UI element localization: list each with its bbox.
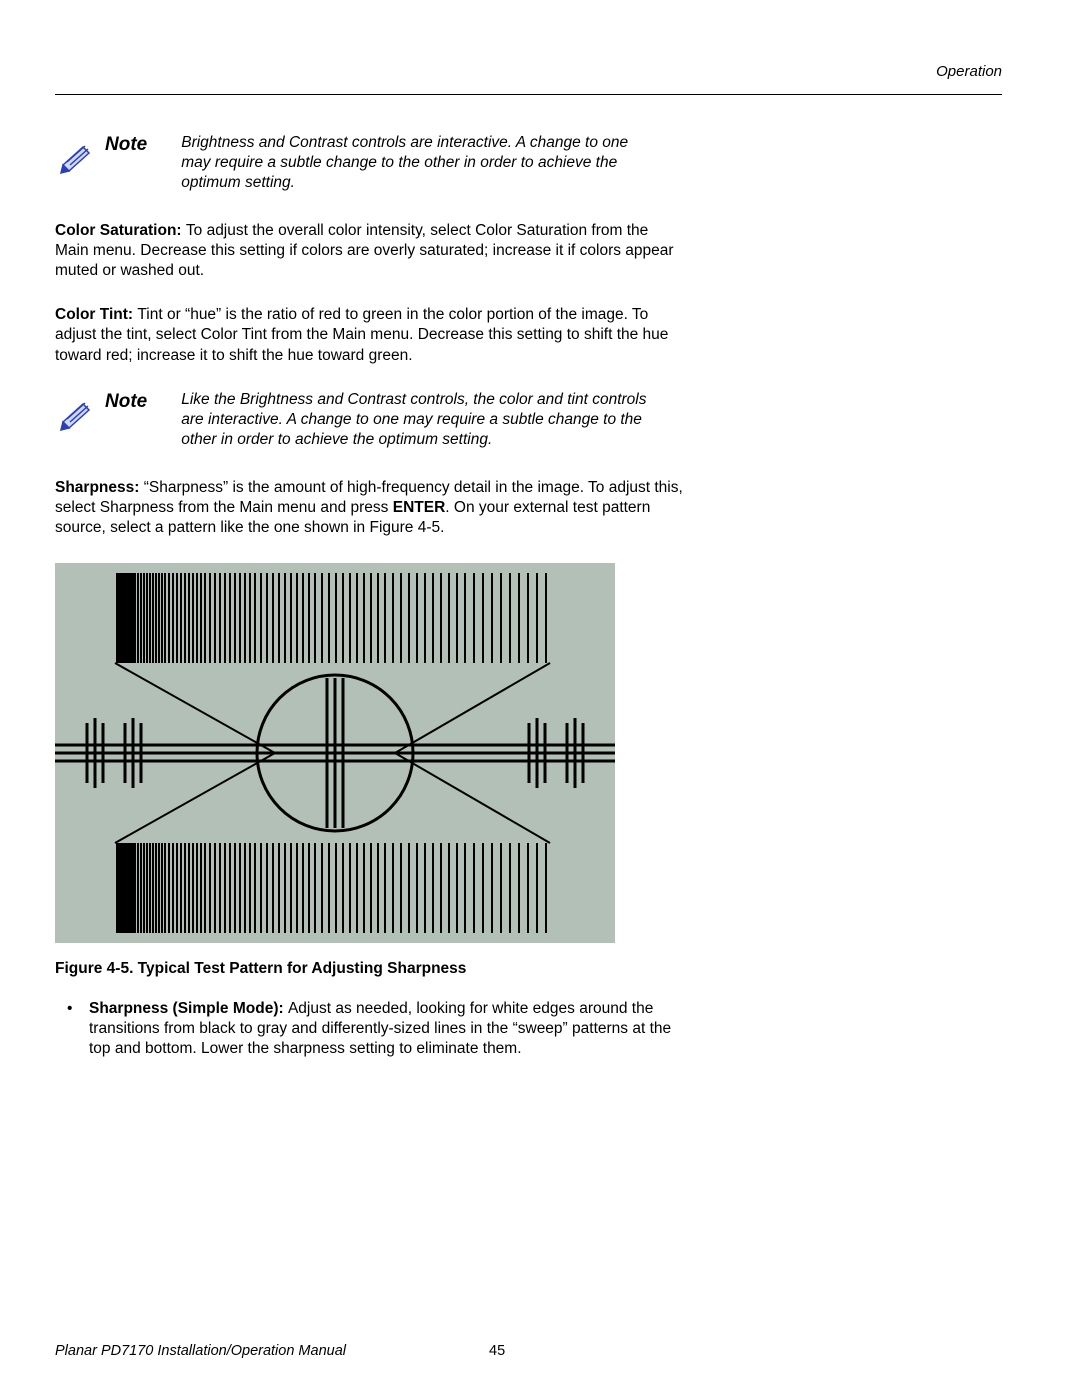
color-saturation-label: Color Saturation: bbox=[55, 222, 186, 239]
color-tint-paragraph: Color Tint: Tint or “hue” is the ratio o… bbox=[55, 305, 685, 365]
note-icon bbox=[55, 135, 95, 181]
header-divider bbox=[55, 94, 1002, 95]
color-tint-label: Color Tint: bbox=[55, 306, 137, 323]
header-section: Operation bbox=[55, 62, 1002, 82]
page-footer: Planar PD7170 Installation/Operation Man… bbox=[55, 1342, 955, 1361]
sharpness-paragraph: Sharpness: “Sharpness” is the amount of … bbox=[55, 478, 685, 538]
footer-page-number: 45 bbox=[489, 1342, 505, 1361]
sharpness-test-pattern-figure: // no script inside svg in static output bbox=[55, 563, 615, 943]
note-label: Note bbox=[105, 133, 147, 158]
bullet-sharpness-simple: • Sharpness (Simple Mode): Adjust as nee… bbox=[67, 999, 687, 1059]
note-icon bbox=[55, 392, 95, 438]
bullet-mark: • bbox=[67, 999, 89, 1059]
footer-title: Planar PD7170 Installation/Operation Man… bbox=[55, 1343, 346, 1359]
note-block-2: Note Like the Brightness and Contrast co… bbox=[55, 390, 1002, 450]
sharpness-enter: ENTER bbox=[393, 499, 446, 516]
color-saturation-paragraph: Color Saturation: To adjust the overall … bbox=[55, 221, 685, 281]
figure-caption: Figure 4-5. Typical Test Pattern for Adj… bbox=[55, 959, 1002, 979]
document-page: Operation Note Brightness and Contrast c… bbox=[0, 0, 1080, 1397]
note-block-1: Note Brightness and Contrast controls ar… bbox=[55, 133, 1002, 193]
bullet-label: Sharpness (Simple Mode): bbox=[89, 1000, 288, 1017]
note-text: Like the Brightness and Contrast control… bbox=[181, 390, 656, 450]
note-label: Note bbox=[105, 390, 147, 415]
note-text: Brightness and Contrast controls are int… bbox=[181, 133, 656, 193]
color-tint-text: Tint or “hue” is the ratio of red to gre… bbox=[55, 306, 668, 363]
sharpness-label: Sharpness: bbox=[55, 479, 144, 496]
bullet-content: Sharpness (Simple Mode): Adjust as neede… bbox=[89, 999, 687, 1059]
